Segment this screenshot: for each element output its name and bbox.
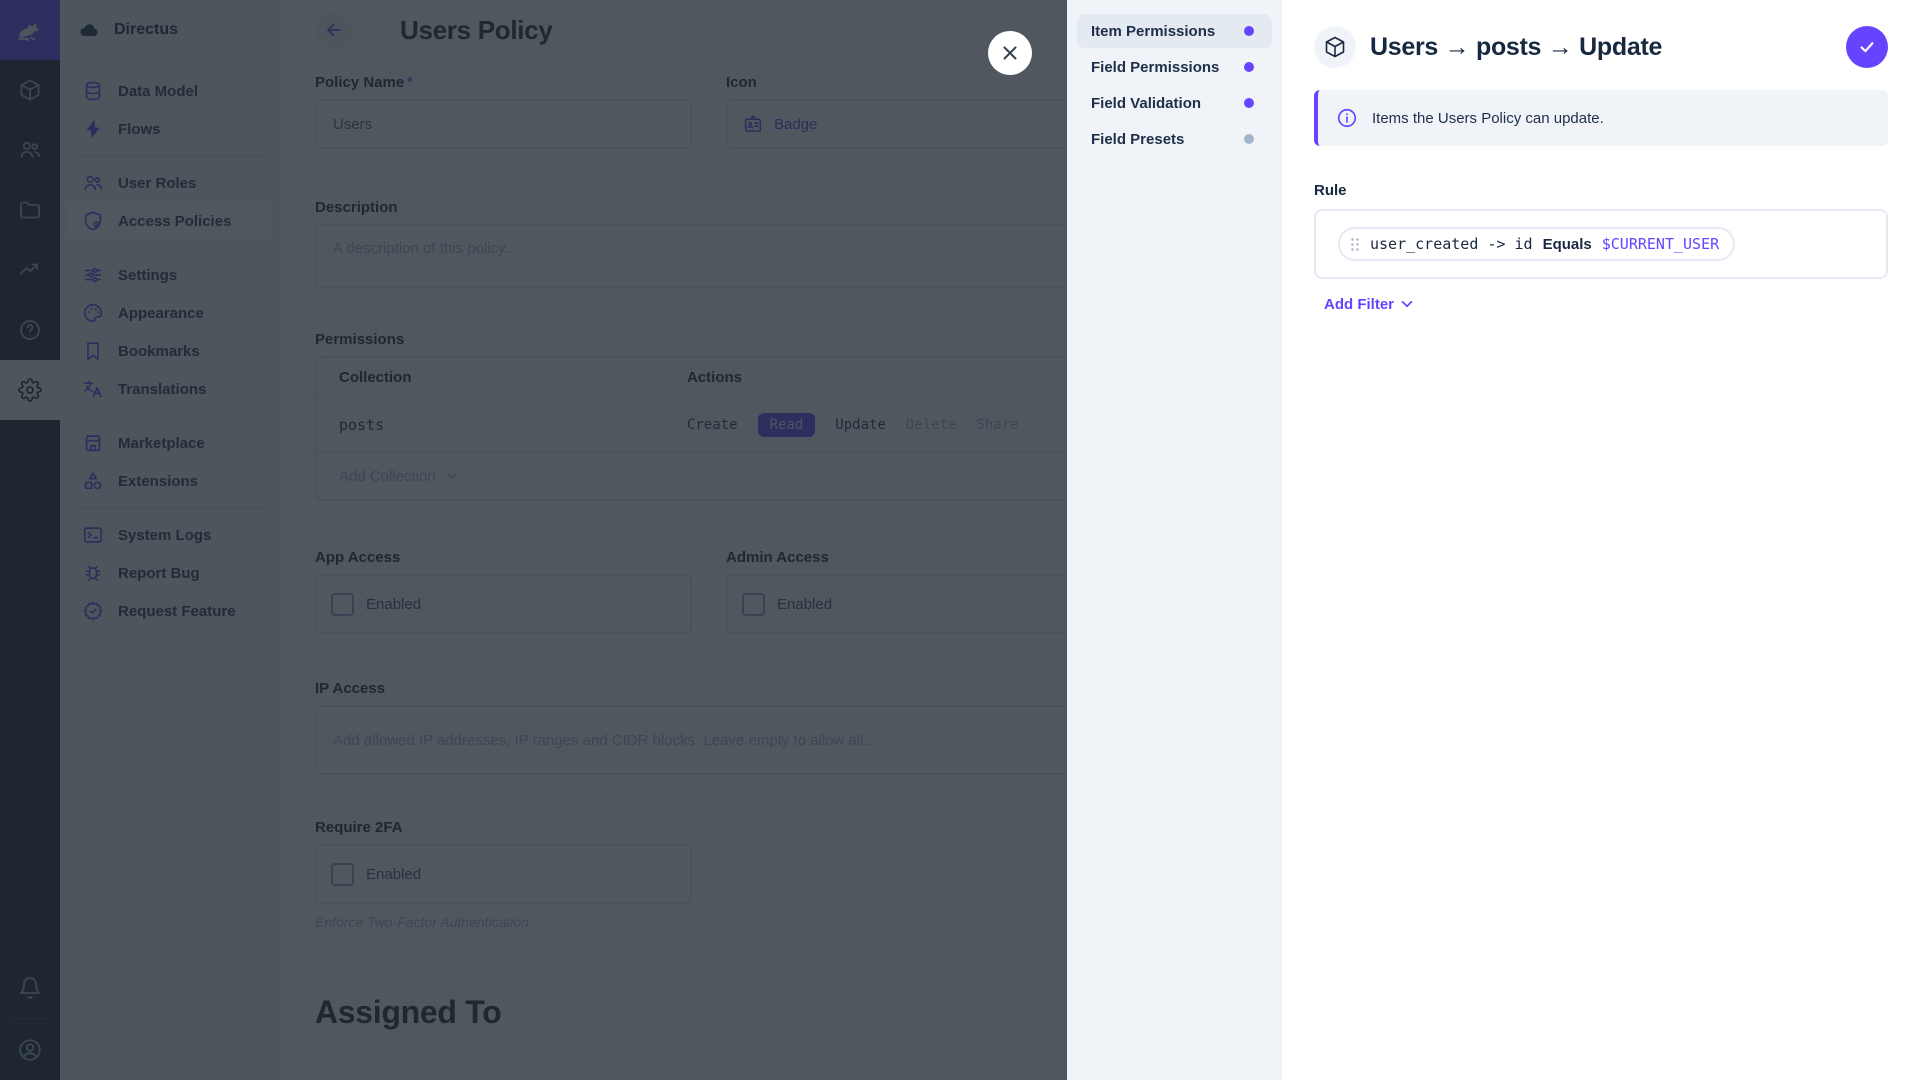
save-button[interactable] [1846, 26, 1888, 68]
notice-text: Items the Users Policy can update. [1372, 110, 1604, 127]
status-dot [1244, 134, 1254, 144]
drawer-header: Users → posts → Update [1314, 0, 1888, 68]
status-dot [1244, 62, 1254, 72]
status-dot [1244, 26, 1254, 36]
check-icon [1857, 37, 1877, 57]
rule-box: user_created -> id Equals $CURRENT_USER [1314, 209, 1888, 279]
status-dot [1244, 98, 1254, 108]
permission-drawer: Item Permissions Field Permissions Field… [1067, 0, 1920, 1080]
tab-field-validation[interactable]: Field Validation [1077, 86, 1272, 120]
filter-operator[interactable]: Equals [1543, 236, 1592, 253]
filter-value[interactable]: $CURRENT_USER [1602, 235, 1719, 253]
info-notice: Items the Users Policy can update. [1314, 90, 1888, 146]
drawer-nav: Item Permissions Field Permissions Field… [1067, 0, 1282, 1080]
drag-handle-icon[interactable] [1350, 237, 1360, 252]
tab-item-permissions[interactable]: Item Permissions [1077, 14, 1272, 48]
directus-app: Directus Data Model Flows User Roles Acc… [0, 0, 1920, 1080]
drawer-title: Users → posts → Update [1370, 33, 1662, 62]
close-drawer-button[interactable] [988, 31, 1032, 75]
tab-field-permissions[interactable]: Field Permissions [1077, 50, 1272, 84]
chevron-down-icon [1398, 295, 1416, 313]
rule-label: Rule [1314, 182, 1888, 199]
info-icon [1336, 107, 1358, 129]
close-icon [999, 42, 1021, 64]
filter-field[interactable]: user_created -> id [1370, 235, 1533, 253]
add-filter-button[interactable]: Add Filter [1324, 295, 1416, 313]
cube-icon [1314, 26, 1356, 68]
tab-field-presets[interactable]: Field Presets [1077, 122, 1272, 156]
drawer-content: Users → posts → Update Items the Users P… [1282, 0, 1920, 1080]
filter-row[interactable]: user_created -> id Equals $CURRENT_USER [1338, 227, 1735, 261]
